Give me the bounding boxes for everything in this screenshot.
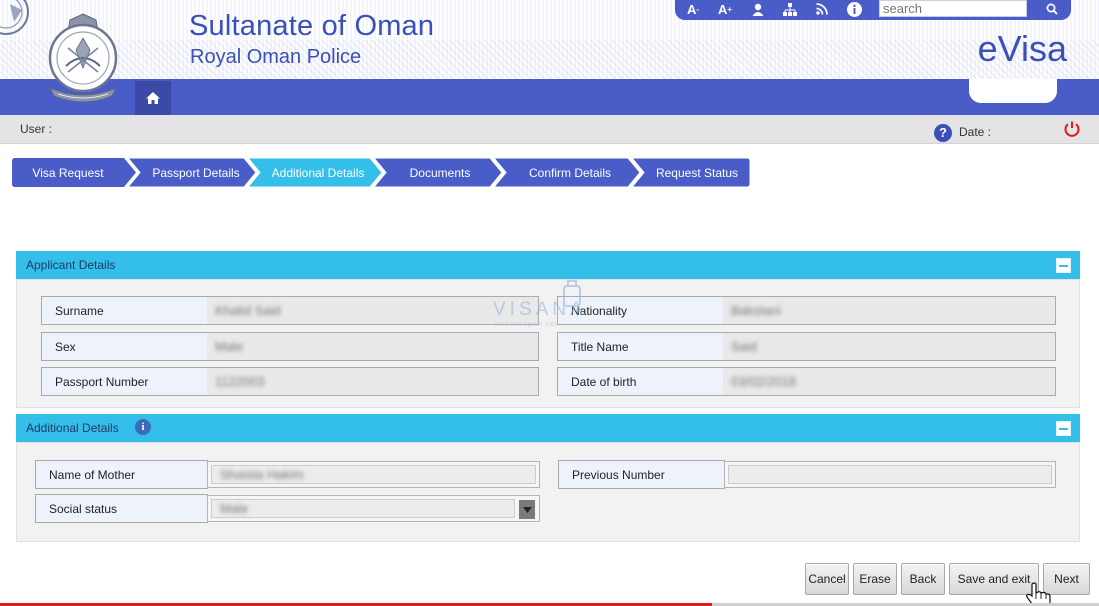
surname-value: Khalid Said — [207, 296, 539, 325]
user-icon[interactable] — [749, 0, 767, 18]
header-texture — [0, 40, 1099, 80]
step-label: Passport Details — [152, 165, 240, 180]
passport-number-label: Passport Number — [41, 367, 208, 396]
panel-title: Additional Details — [26, 421, 119, 435]
applicant-details-header[interactable]: Applicant Details — [16, 251, 1080, 279]
minus-icon — [1059, 427, 1068, 430]
title-name-text: Said — [731, 339, 758, 354]
page-title: Sultanate of Oman — [189, 10, 435, 42]
minus-icon — [1059, 264, 1068, 267]
royal-oman-police-crest-icon — [48, 13, 118, 103]
date-of-birth-value: 03/02/2018 — [723, 367, 1056, 396]
rss-icon[interactable] — [813, 0, 831, 18]
title-name-value: Said — [723, 332, 1056, 361]
step-label: Documents — [409, 165, 471, 180]
power-icon[interactable] — [1063, 120, 1081, 138]
home-icon — [146, 92, 160, 104]
search-icon[interactable] — [1043, 0, 1061, 18]
sitemap-icon[interactable] — [781, 0, 799, 18]
step-label: Confirm Details — [528, 165, 612, 180]
social-status-select[interactable]: Male — [207, 495, 540, 522]
step-additional-details[interactable]: Additional Details — [248, 158, 382, 187]
top-toolbar: A- A + — [675, 0, 1071, 20]
partial-emblem-icon — [0, 0, 29, 35]
panel-title: Applicant Details — [26, 258, 116, 272]
step-request-status[interactable]: Request Status — [632, 158, 750, 187]
info-icon[interactable] — [845, 0, 863, 18]
surname-label: Surname — [41, 296, 208, 325]
collapse-applicant-button[interactable] — [1056, 258, 1071, 273]
previous-number-label: Previous Number — [558, 460, 725, 489]
passport-number-text: 1122003 — [215, 374, 265, 389]
additional-details-header[interactable]: Additional Details — [16, 414, 1080, 442]
page-subtitle: Royal Oman Police — [190, 46, 362, 68]
additional-details-body: Name of Mother Shaista Hakim Previous Nu… — [16, 442, 1080, 542]
nationality-text: Bakstani — [731, 303, 781, 318]
step-visa-request[interactable]: Visa Request — [12, 158, 136, 187]
search-input[interactable] — [879, 0, 1027, 17]
step-confirm-details[interactable]: Confirm Details — [494, 158, 640, 187]
collapse-additional-button[interactable] — [1056, 421, 1071, 436]
back-button[interactable]: Back — [901, 563, 945, 595]
step-label: Request Status — [655, 165, 739, 180]
sex-value: Male — [207, 332, 539, 361]
font-increase-label: A — [717, 1, 728, 17]
help-icon[interactable]: ? — [934, 124, 952, 142]
watermark-subtext: Visa cho người Việt — [495, 322, 557, 328]
watermark-text: VISANA — [493, 299, 587, 320]
chevron-down-icon[interactable] — [519, 500, 535, 519]
user-label: User : — [20, 122, 53, 136]
name-of-mother-input[interactable]: Shaista Hakim — [207, 461, 540, 488]
social-status-label: Social status — [35, 494, 208, 523]
date-of-birth-text: 03/02/2018 — [731, 374, 797, 389]
sex-label: Sex — [41, 332, 208, 361]
social-status-text: Male — [220, 501, 249, 516]
home-button[interactable] — [135, 81, 171, 115]
font-decrease-label: A — [686, 1, 697, 17]
name-of-mother-label: Name of Mother — [35, 460, 208, 489]
navbar-notch — [969, 79, 1057, 103]
passport-number-value: 1122003 — [207, 367, 539, 396]
font-increase-button[interactable]: A + — [715, 0, 735, 18]
nationality-value: Bakstani — [723, 296, 1056, 325]
surname-text: Khalid Said — [215, 303, 281, 318]
date-label: Date : — [959, 125, 992, 139]
step-documents[interactable]: Documents — [374, 158, 502, 187]
step-label: Visa Request — [32, 165, 104, 180]
previous-number-input[interactable] — [724, 461, 1056, 488]
erase-button[interactable]: Erase — [853, 563, 897, 595]
step-label: Additional Details — [271, 165, 365, 180]
name-of-mother-text: Shaista Hakim — [220, 467, 304, 482]
step-passport-details[interactable]: Passport Details — [128, 158, 256, 187]
visana-watermark: VISANA Visa cho người Việt — [493, 278, 608, 338]
date-of-birth-label: Date of birth — [557, 367, 724, 396]
sex-text: Male — [215, 339, 244, 354]
evisa-brand: eVisa — [977, 28, 1067, 69]
info-icon[interactable]: i — [135, 419, 151, 435]
font-decrease-button[interactable]: A- — [683, 0, 703, 18]
cancel-button[interactable]: Cancel — [805, 563, 849, 595]
